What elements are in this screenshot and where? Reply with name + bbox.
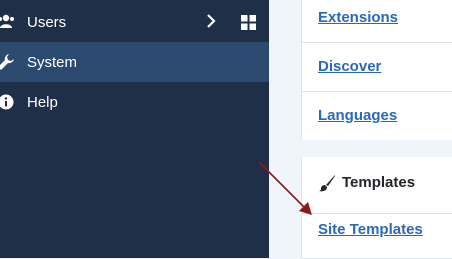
extensions-link[interactable]: Extensions	[318, 9, 398, 26]
wrench-icon	[0, 52, 16, 72]
sidebar-item-label: Help	[27, 93, 58, 111]
discover-link[interactable]: Discover	[318, 58, 381, 75]
list-item: Languages	[302, 92, 452, 140]
list-item: Extensions	[302, 0, 452, 43]
sidebar: Users System Help	[0, 0, 269, 258]
info-icon	[0, 92, 16, 112]
dashboard-grid-icon[interactable]	[241, 15, 256, 30]
users-icon	[0, 12, 16, 32]
templates-heading: Templates	[342, 174, 416, 191]
paintbrush-icon	[318, 174, 336, 192]
languages-link[interactable]: Languages	[318, 107, 397, 124]
sidebar-item-help[interactable]: Help	[0, 82, 269, 122]
site-templates-link[interactable]: Site Templates	[318, 221, 423, 238]
sidebar-item-label: System	[27, 53, 78, 71]
templates-card: Templates Site Templates	[301, 157, 452, 259]
links-card: Extensions Discover Languages	[301, 0, 452, 140]
list-item: Discover	[302, 43, 452, 92]
sidebar-item-label: Users	[27, 13, 67, 31]
chevron-right-icon[interactable]	[205, 14, 217, 32]
sidebar-item-system[interactable]: System	[0, 42, 269, 82]
sidebar-item-users[interactable]: Users	[0, 2, 269, 42]
list-item: Site Templates	[302, 213, 452, 259]
